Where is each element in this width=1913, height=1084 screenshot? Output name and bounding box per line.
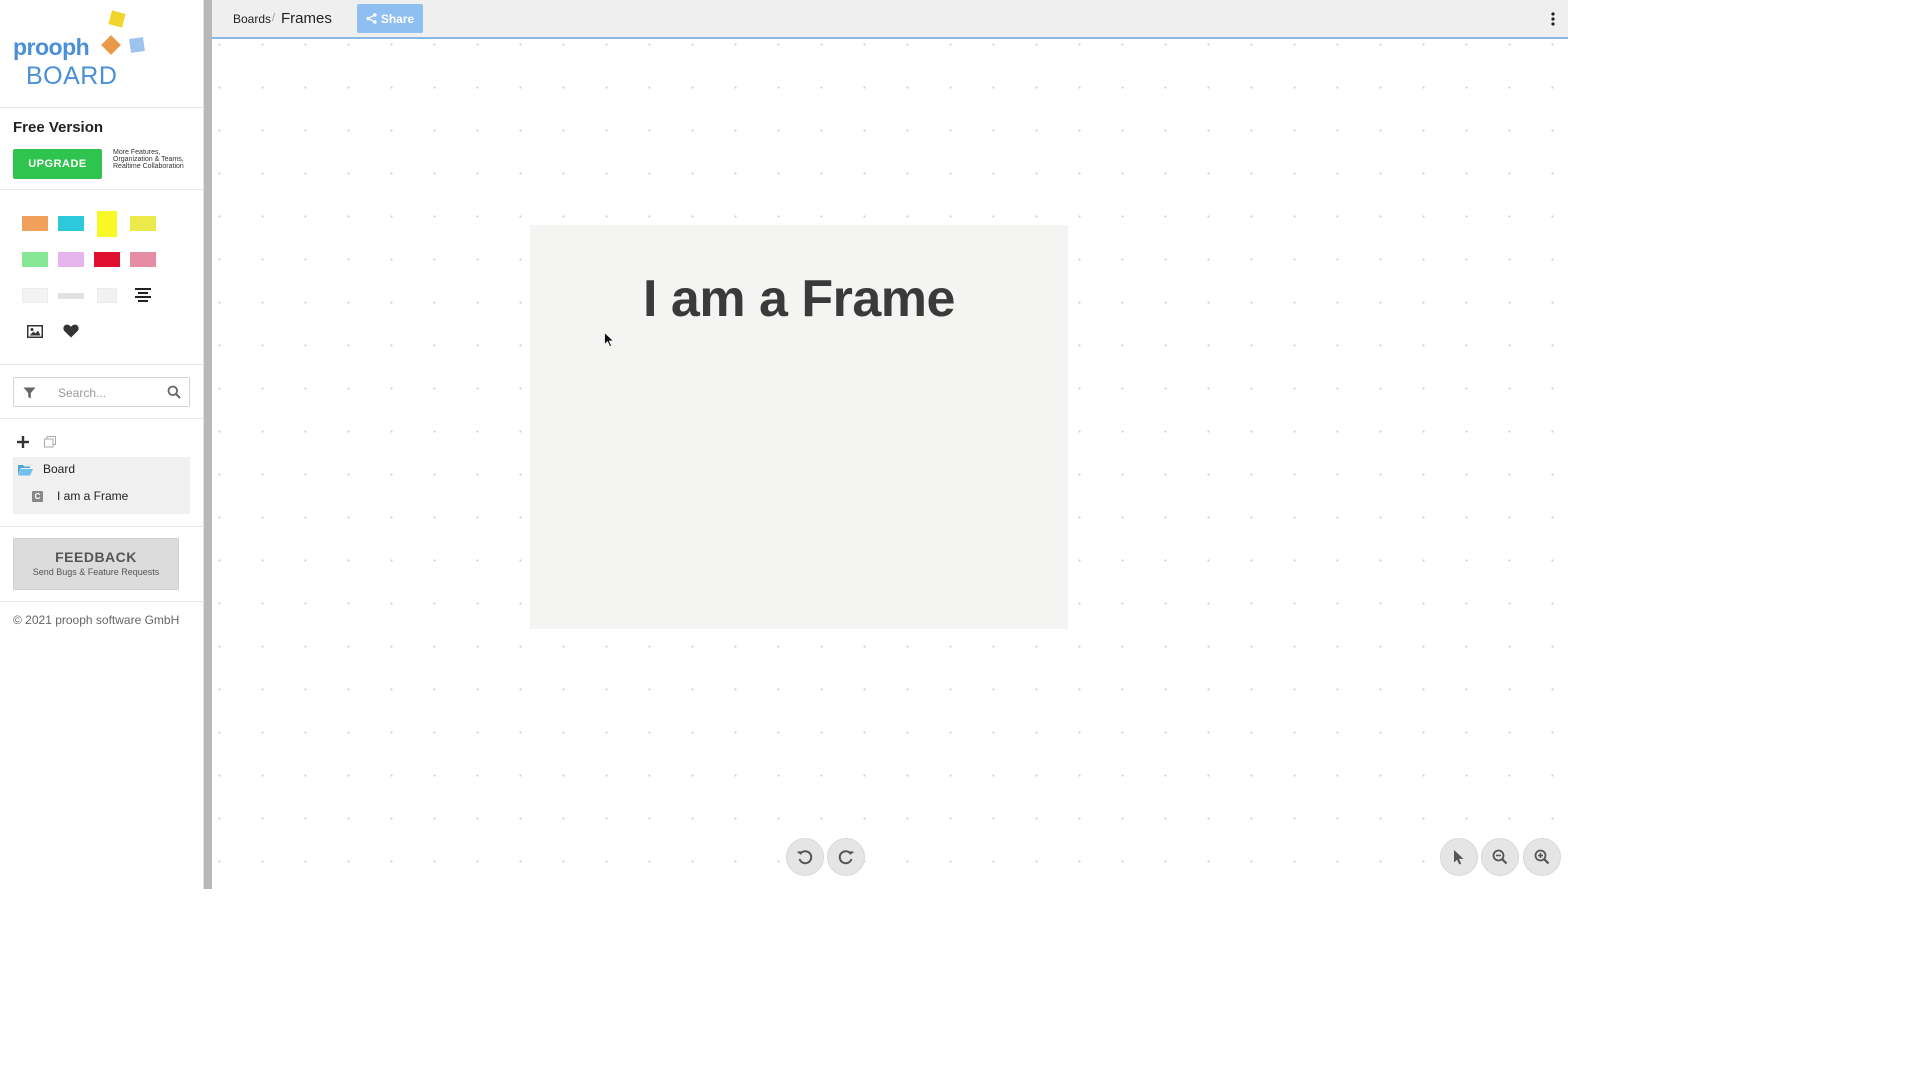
- tree-folder-label: Board: [43, 462, 76, 476]
- plan-section: Free Version UPGRADE More Features, Orga…: [0, 108, 204, 190]
- tree-toolbar: [13, 432, 203, 452]
- add-icon[interactable]: [16, 435, 29, 448]
- zoom-out-icon: [1492, 849, 1508, 865]
- sticky-cyan[interactable]: [58, 216, 84, 231]
- image-icon[interactable]: [26, 323, 44, 339]
- sticky-red[interactable]: [94, 252, 120, 267]
- collapse-all-icon[interactable]: [43, 435, 56, 448]
- search-icon[interactable]: [167, 385, 181, 404]
- feedback-button[interactable]: FEEDBACK Send Bugs & Feature Requests: [13, 538, 179, 590]
- logo-yellow-square: [108, 10, 126, 28]
- more-menu-icon[interactable]: [1548, 10, 1558, 28]
- breadcrumb-current: Frames: [281, 10, 332, 27]
- breadcrumb-boards-link[interactable]: Boards: [233, 12, 271, 26]
- zoom-in-icon: [1534, 849, 1550, 865]
- frame-badge-icon: C: [32, 491, 43, 502]
- tree-item-label: I am a Frame: [57, 489, 129, 503]
- mouse-cursor-icon: [604, 331, 615, 353]
- zoom-out-button[interactable]: [1481, 838, 1519, 876]
- logo[interactable]: prooph BOARD: [0, 0, 204, 108]
- filter-icon[interactable]: [23, 386, 36, 404]
- sticky-lilac[interactable]: [58, 252, 84, 267]
- pointer-icon: [1454, 850, 1464, 865]
- divider: [0, 526, 204, 527]
- select-tool-button[interactable]: [1440, 838, 1478, 876]
- share-button[interactable]: Share: [357, 4, 423, 33]
- redo-button[interactable]: [827, 838, 865, 876]
- plan-title: Free Version: [13, 119, 104, 136]
- logo-word-board: BOARD: [26, 62, 118, 90]
- logo-word-prooph: prooph: [13, 34, 90, 60]
- heart-icon[interactable]: [62, 323, 80, 339]
- redo-icon: [838, 850, 855, 865]
- sticky-green[interactable]: [22, 252, 48, 267]
- search-input[interactable]: [58, 384, 158, 402]
- logo-orange-square: [101, 35, 121, 55]
- folder-open-icon: [17, 463, 33, 476]
- logo-blue-square: [129, 37, 145, 53]
- frame-tool[interactable]: [97, 288, 117, 303]
- feedback-title: FEEDBACK: [55, 549, 137, 565]
- feedback-subtitle: Send Bugs & Feature Requests: [32, 567, 160, 577]
- sidebar: prooph BOARD Free Version UPGRADE More F…: [0, 0, 204, 889]
- board-canvas[interactable]: I am a Frame: [212, 41, 1568, 889]
- breadcrumb-separator: /: [272, 12, 276, 24]
- align-text-icon[interactable]: [134, 287, 152, 303]
- share-icon: [366, 13, 377, 24]
- divider: [0, 418, 204, 419]
- frame-element[interactable]: I am a Frame: [530, 225, 1068, 629]
- undo-icon: [796, 850, 813, 865]
- tree-folder-board[interactable]: Board: [13, 457, 190, 483]
- upgrade-button[interactable]: UPGRADE: [13, 149, 102, 179]
- zoom-in-button[interactable]: [1523, 838, 1561, 876]
- share-label: Share: [380, 11, 415, 26]
- board-tree: Board C I am a Frame: [13, 457, 190, 514]
- sticky-orange[interactable]: [22, 216, 48, 231]
- top-bar: Boards / Frames Share: [212, 0, 1568, 39]
- sticky-yellow-tall[interactable]: [97, 211, 117, 237]
- sticky-pink[interactable]: [130, 252, 156, 267]
- copyright: © 2021 prooph software GmbH: [13, 613, 180, 627]
- sticky-white[interactable]: [22, 288, 48, 303]
- sidebar-resize-handle[interactable]: [204, 0, 212, 889]
- line-tool[interactable]: [58, 293, 84, 299]
- sticky-yellow[interactable]: [130, 216, 156, 231]
- frame-title[interactable]: I am a Frame: [530, 269, 1068, 329]
- divider: [0, 601, 204, 602]
- undo-button[interactable]: [786, 838, 824, 876]
- tree-item-frame[interactable]: C I am a Frame: [13, 484, 190, 510]
- search-box: [13, 377, 190, 407]
- plan-description: More Features, Organization & Teams, Rea…: [113, 149, 184, 170]
- element-palette: [0, 190, 204, 365]
